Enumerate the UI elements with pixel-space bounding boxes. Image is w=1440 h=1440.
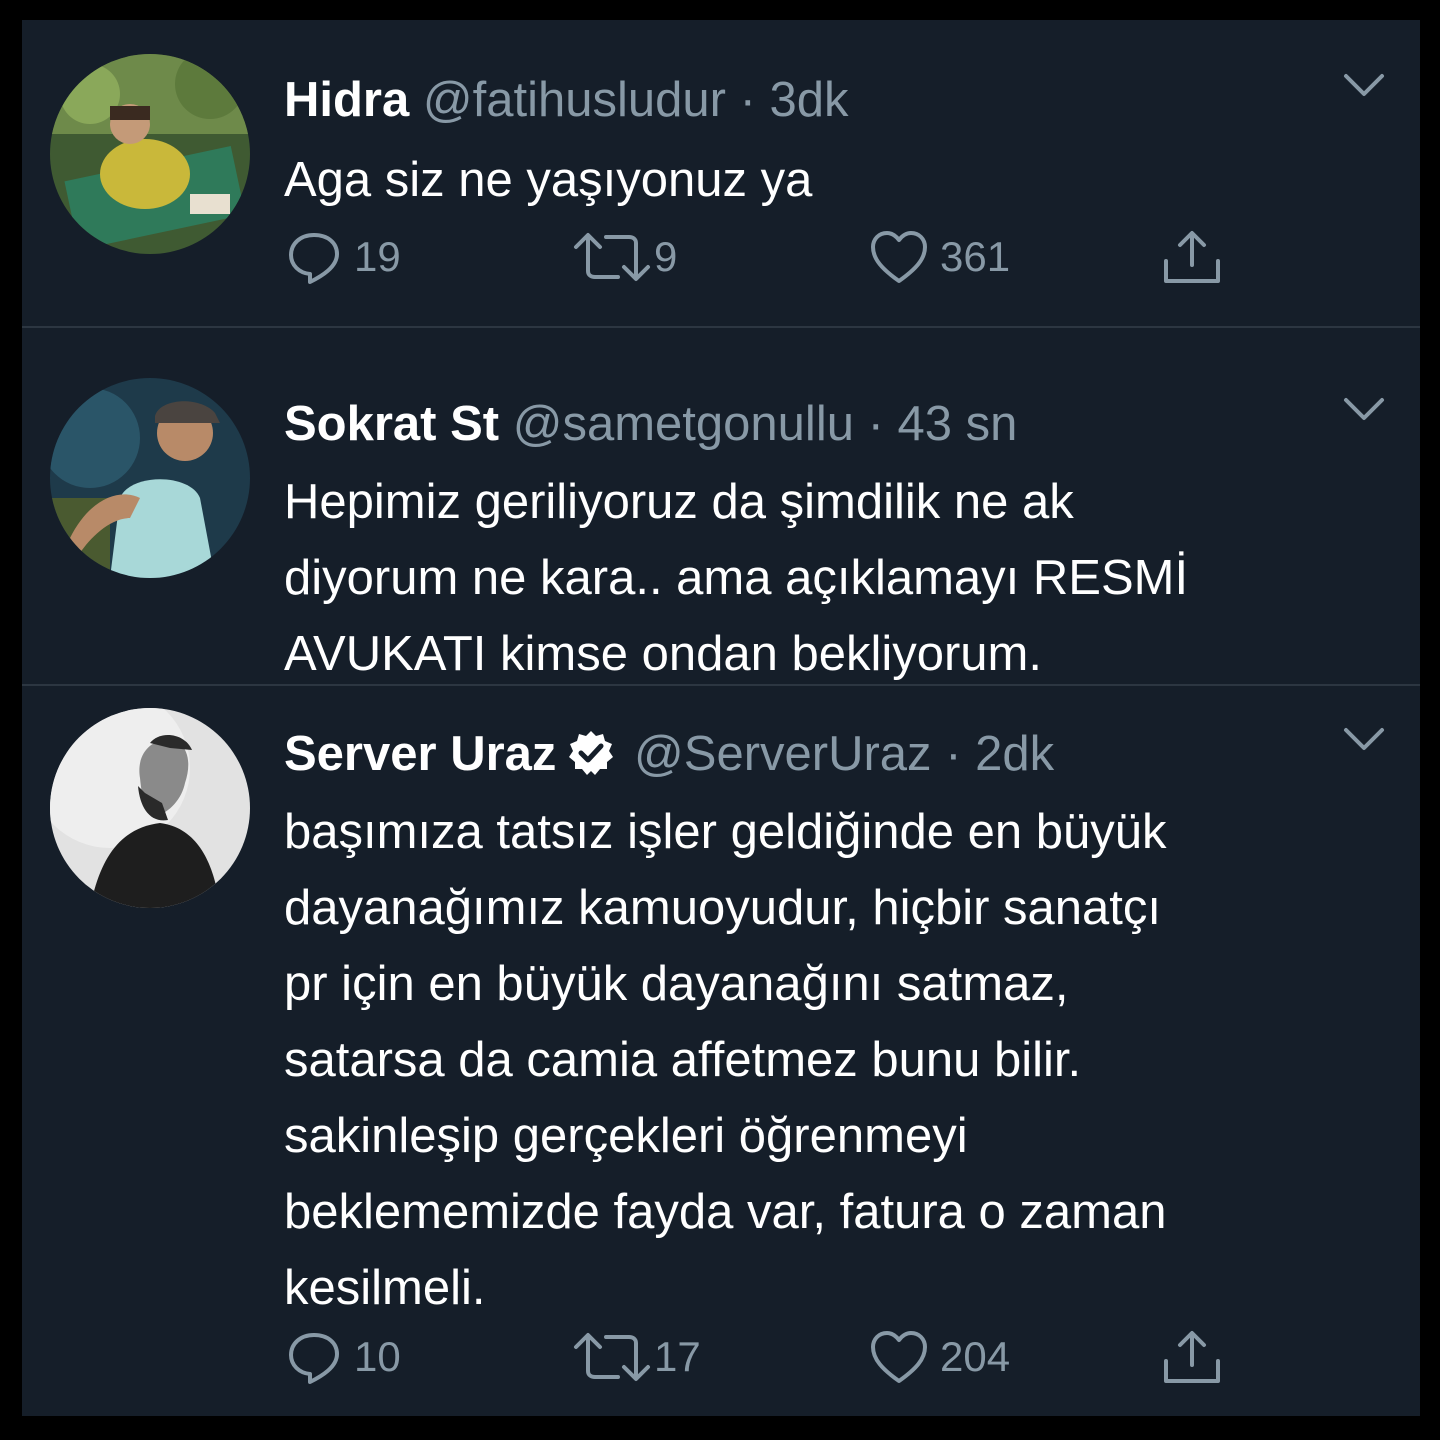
share-button[interactable] <box>1160 227 1224 287</box>
chevron-down-icon[interactable] <box>1342 724 1386 754</box>
tweet-actions: 10 17 204 <box>284 1327 1284 1387</box>
handle[interactable]: @fatihusludur <box>423 73 726 127</box>
tweet-text-line: kesilmeli. <box>284 1261 486 1315</box>
tweet-sokrat-st[interactable]: Sokrat St @sametgonullu · 43 sn Hepimiz … <box>22 328 1420 684</box>
tweet-actions: 19 9 361 <box>284 227 1284 287</box>
chevron-down-icon[interactable] <box>1342 394 1386 424</box>
avatar[interactable] <box>50 54 250 254</box>
share-icon <box>1164 231 1220 283</box>
reply-icon <box>289 233 339 284</box>
retweet-count: 9 <box>654 233 678 280</box>
tweet-header: Server Uraz @ServerUraz · 2dk <box>284 724 1054 784</box>
tweet-header: Sokrat St @sametgonullu · 43 sn <box>284 394 1017 454</box>
timeline: Hidra @fatihusludur · 3dk Aga siz ne yaş… <box>22 20 1420 1416</box>
avatar[interactable] <box>50 378 250 578</box>
separator: · <box>867 397 884 451</box>
display-name[interactable]: Sokrat St <box>284 397 499 451</box>
tweet-text: Hepimiz geriliyoruz da şimdilik ne ak di… <box>284 464 1394 692</box>
tweet-text-line: satarsa da camia affetmez bunu bilir. <box>284 1033 1082 1087</box>
heart-icon <box>871 1331 927 1383</box>
retweet-button[interactable]: 9 <box>570 227 677 287</box>
display-name[interactable]: Server Uraz <box>284 727 556 781</box>
tweet-text-line: pr için en büyük dayanağını satmaz, <box>284 957 1069 1011</box>
like-button[interactable]: 361 <box>868 227 1010 287</box>
retweet-count: 17 <box>654 1333 701 1380</box>
avatar[interactable] <box>50 708 250 908</box>
timestamp[interactable]: 2dk <box>975 727 1054 781</box>
chevron-down-icon[interactable] <box>1342 70 1386 100</box>
like-count: 204 <box>940 1333 1011 1380</box>
reply-count: 10 <box>354 1333 401 1380</box>
avatar-image <box>50 378 250 578</box>
timestamp[interactable]: 43 sn <box>898 397 1018 451</box>
avatar-image <box>50 708 250 908</box>
tweet-text-line: sakinleşip gerçekleri öğrenmeyi <box>284 1109 968 1163</box>
retweet-button[interactable]: 17 <box>570 1327 701 1387</box>
retweet-icon <box>574 1333 650 1381</box>
separator: · <box>945 727 962 781</box>
tweet-hidra[interactable]: Hidra @fatihusludur · 3dk Aga siz ne yaş… <box>22 20 1420 326</box>
timestamp[interactable]: 3dk <box>770 73 849 127</box>
share-button[interactable] <box>1160 1327 1224 1387</box>
reply-button[interactable]: 10 <box>284 1327 401 1387</box>
tweet-text-line: diyorum ne kara.. ama açıklamayı RESMİ <box>284 551 1189 605</box>
tweet-text-line: beklememizde fayda var, fatura o zaman <box>284 1185 1167 1239</box>
verified-badge-icon <box>569 731 614 775</box>
tweet-text: başımıza tatsız işler geldiğinde en büyü… <box>284 794 1394 1326</box>
heart-icon <box>871 231 927 283</box>
tweet-text-line: Hepimiz geriliyoruz da şimdilik ne ak <box>284 475 1074 529</box>
share-icon <box>1164 1331 1220 1383</box>
like-button[interactable]: 204 <box>868 1327 1010 1387</box>
display-name[interactable]: Hidra <box>284 73 409 127</box>
tweet-text-line: AVUKATI kimse ondan bekliyorum. <box>284 627 1042 681</box>
tweet-text: Aga siz ne yaşıyonuz ya <box>284 142 1394 218</box>
tweet-text-line: Aga siz ne yaşıyonuz ya <box>284 153 813 207</box>
tweet-text-line: başımıza tatsız işler geldiğinde en büyü… <box>284 805 1167 859</box>
tweet-server-uraz[interactable]: Server Uraz @ServerUraz · 2dk başımıza t… <box>22 686 1420 1416</box>
reply-button[interactable]: 19 <box>284 227 401 287</box>
like-count: 361 <box>940 233 1011 280</box>
retweet-icon <box>574 233 650 281</box>
tweet-header: Hidra @fatihusludur · 3dk <box>284 70 849 130</box>
separator: · <box>739 73 756 127</box>
handle[interactable]: @sametgonullu <box>513 397 854 451</box>
avatar-image <box>50 54 250 254</box>
tweet-text-line: dayanağımız kamuoyudur, hiçbir sanatçı <box>284 881 1162 935</box>
reply-icon <box>289 1333 339 1384</box>
handle[interactable]: @ServerUraz <box>634 727 932 781</box>
reply-count: 19 <box>354 233 401 280</box>
